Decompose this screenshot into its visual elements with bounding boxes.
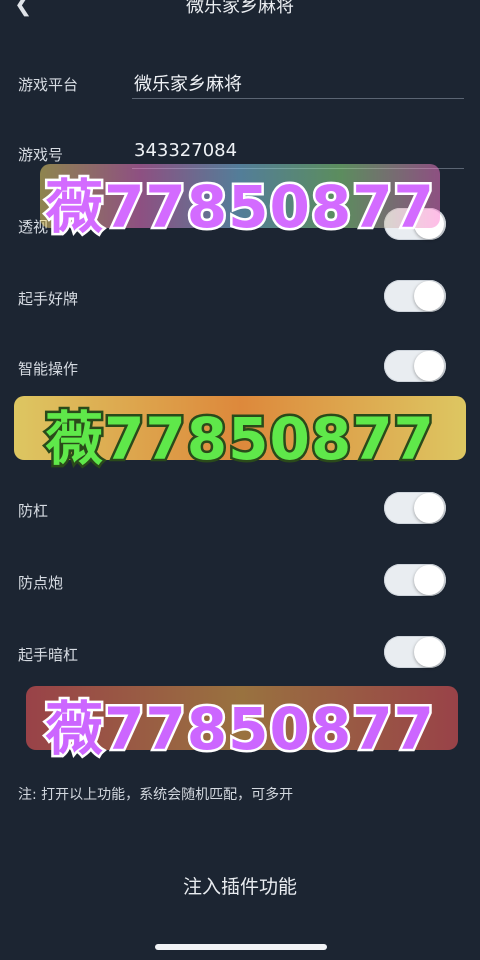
page-title: 微乐家乡麻将 xyxy=(186,0,294,17)
good-hand-toggle[interactable] xyxy=(384,280,446,312)
account-field[interactable]: 343327084 xyxy=(134,140,237,161)
toggle-label: 起手好牌 xyxy=(18,290,79,308)
platform-underline xyxy=(132,98,464,99)
platform-row: 游戏平台 微乐家乡麻将 xyxy=(0,70,480,102)
toggle-row-anti-discard: 防点炮 xyxy=(0,564,480,604)
toggle-label: 智能操作 xyxy=(18,360,79,378)
toggle-knob xyxy=(414,565,444,595)
toggle-knob xyxy=(414,281,444,311)
anti-discard-toggle[interactable] xyxy=(384,564,446,596)
toggle-knob xyxy=(414,637,444,667)
watermark-text: 薇77850877 xyxy=(43,403,437,476)
toggle-label: 防杠 xyxy=(18,502,49,520)
concealed-kong-toggle[interactable] xyxy=(384,636,446,668)
toggle-row-good-hand: 起手好牌 xyxy=(0,280,480,320)
top-bar: ❮ 微乐家乡麻将 xyxy=(0,0,480,20)
toggle-label: 防点炮 xyxy=(18,574,64,592)
toggle-row-anti-kong: 防杠 xyxy=(0,492,480,532)
watermark-text: 薇77850877 xyxy=(43,693,437,766)
toggle-knob xyxy=(414,493,444,523)
inject-plugin-button[interactable]: 注入插件功能 xyxy=(0,872,480,899)
home-indicator[interactable] xyxy=(155,944,327,950)
toggle-label: 起手暗杠 xyxy=(18,646,79,664)
toggle-row-concealed-kong: 起手暗杠 xyxy=(0,636,480,676)
platform-field[interactable]: 微乐家乡麻将 xyxy=(134,70,242,96)
watermark-text: 薇77850877 xyxy=(43,171,437,244)
smart-play-toggle[interactable] xyxy=(384,350,446,382)
platform-label: 游戏平台 xyxy=(18,76,79,94)
anti-kong-toggle[interactable] xyxy=(384,492,446,524)
note-text: 注: 打开以上功能，系统会随机匹配，可多开 xyxy=(18,787,294,803)
toggle-row-smart-play: 智能操作 xyxy=(0,350,480,390)
toggle-knob xyxy=(414,351,444,381)
